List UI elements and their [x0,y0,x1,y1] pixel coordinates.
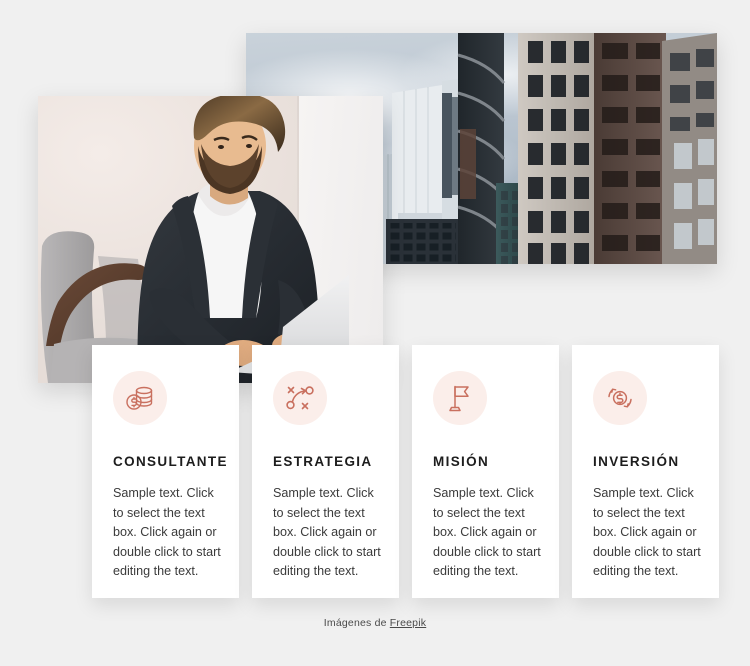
feature-card[interactable]: MISIÓN Sample text. Click to select the … [412,345,559,598]
card-title: MISIÓN [433,454,490,469]
strategy-xo-arrow-icon [273,371,327,425]
image-credit: Imágenes de Freepik [0,617,750,629]
card-title: CONSULTANTE [113,454,228,469]
credit-prefix: Imágenes de [323,617,390,629]
card-text: Sample text. Click to select the text bo… [433,486,541,579]
flag-icon [433,371,487,425]
feature-card[interactable]: CONSULTANTE Sample text. Click to select… [92,345,239,598]
dollar-refresh-cycle-icon [593,371,647,425]
feature-card[interactable]: INVERSIÓN Sample text. Click to select t… [572,345,719,598]
card-title: ESTRATEGIA [273,454,373,469]
feature-card[interactable]: ESTRATEGIA Sample text. Click to select … [252,345,399,598]
card-text: Sample text. Click to select the text bo… [113,486,221,579]
man-with-laptop-photo [38,96,383,383]
card-text: Sample text. Click to select the text bo… [593,486,701,579]
card-text: Sample text. Click to select the text bo… [273,486,381,579]
coins-stack-dollar-icon [113,371,167,425]
freepik-link[interactable]: Freepik [390,617,426,629]
businessman-illustration [40,96,350,383]
card-title: INVERSIÓN [593,454,680,469]
feature-cards-row: CONSULTANTE Sample text. Click to select… [92,345,719,598]
